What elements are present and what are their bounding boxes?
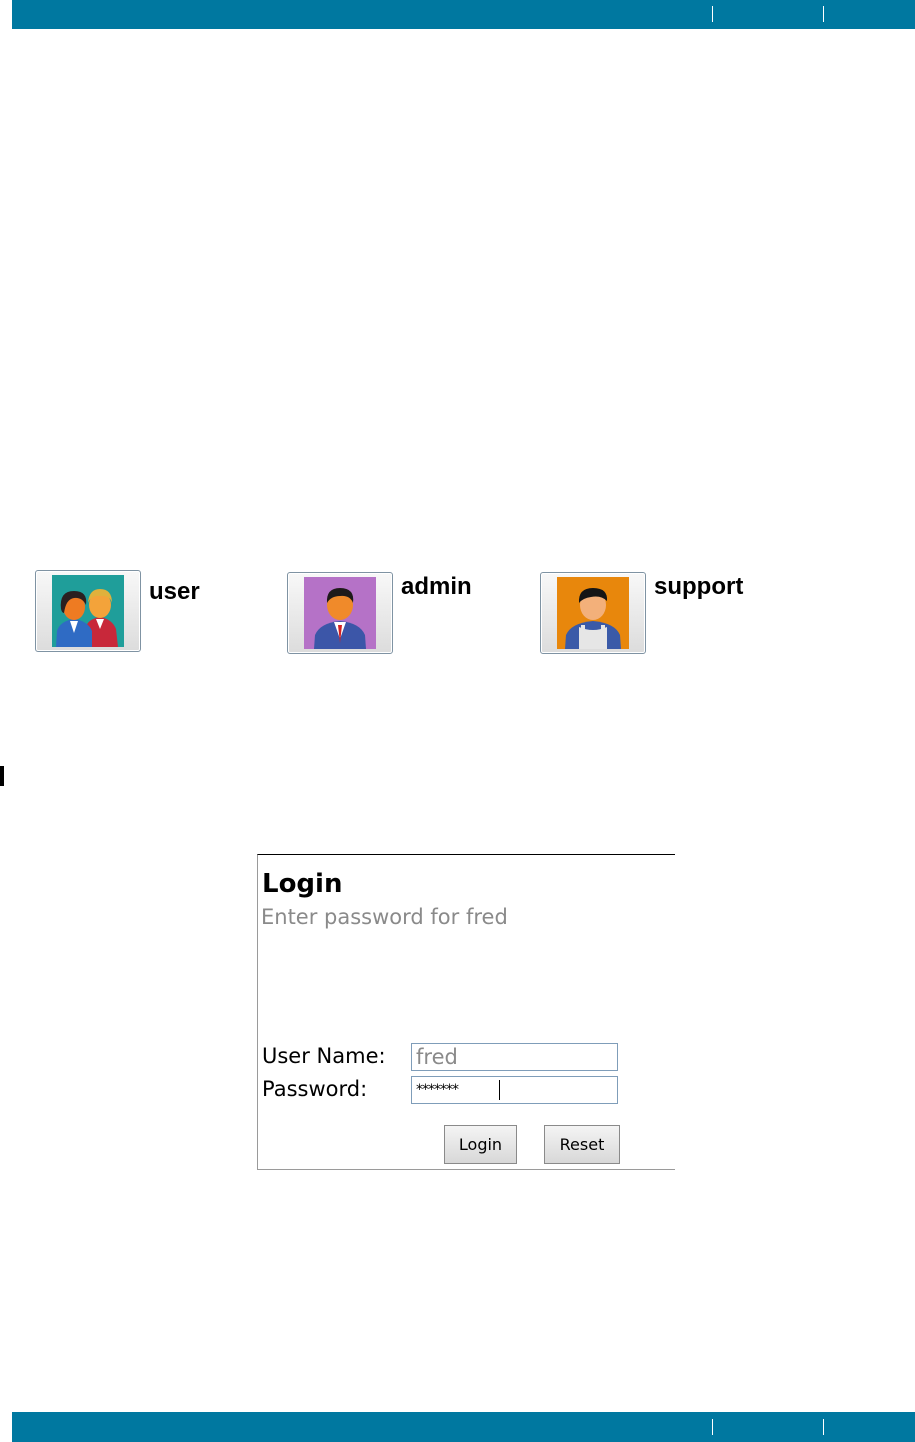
password-label: Password: xyxy=(262,1077,368,1101)
footer-divider xyxy=(712,1419,713,1435)
username-field[interactable] xyxy=(411,1043,618,1071)
password-field[interactable] xyxy=(411,1076,618,1104)
login-title: Login xyxy=(262,869,343,899)
footer-band xyxy=(12,1412,915,1442)
text-caret xyxy=(499,1080,500,1100)
businessman-icon xyxy=(304,577,376,649)
admin-role-label: admin xyxy=(401,573,472,600)
support-role-button[interactable] xyxy=(540,572,646,654)
login-subtitle: Enter password for fred xyxy=(261,905,508,929)
technician-icon xyxy=(557,577,629,649)
margin-marker xyxy=(0,766,4,786)
header-divider xyxy=(712,6,713,22)
login-panel: Login Enter password for fred User Name:… xyxy=(257,854,675,1170)
page: user admin support Login Enter password … xyxy=(0,0,915,1442)
two-users-icon xyxy=(52,575,124,647)
header-divider xyxy=(823,6,824,22)
username-label: User Name: xyxy=(262,1044,386,1068)
admin-role-button[interactable] xyxy=(287,572,393,654)
footer-divider xyxy=(823,1419,824,1435)
reset-button[interactable]: Reset xyxy=(544,1125,620,1164)
login-button[interactable]: Login xyxy=(444,1125,517,1164)
user-role-label: user xyxy=(149,578,200,605)
support-role-label: support xyxy=(654,573,744,600)
header-band xyxy=(12,0,915,29)
user-role-button[interactable] xyxy=(35,570,141,652)
